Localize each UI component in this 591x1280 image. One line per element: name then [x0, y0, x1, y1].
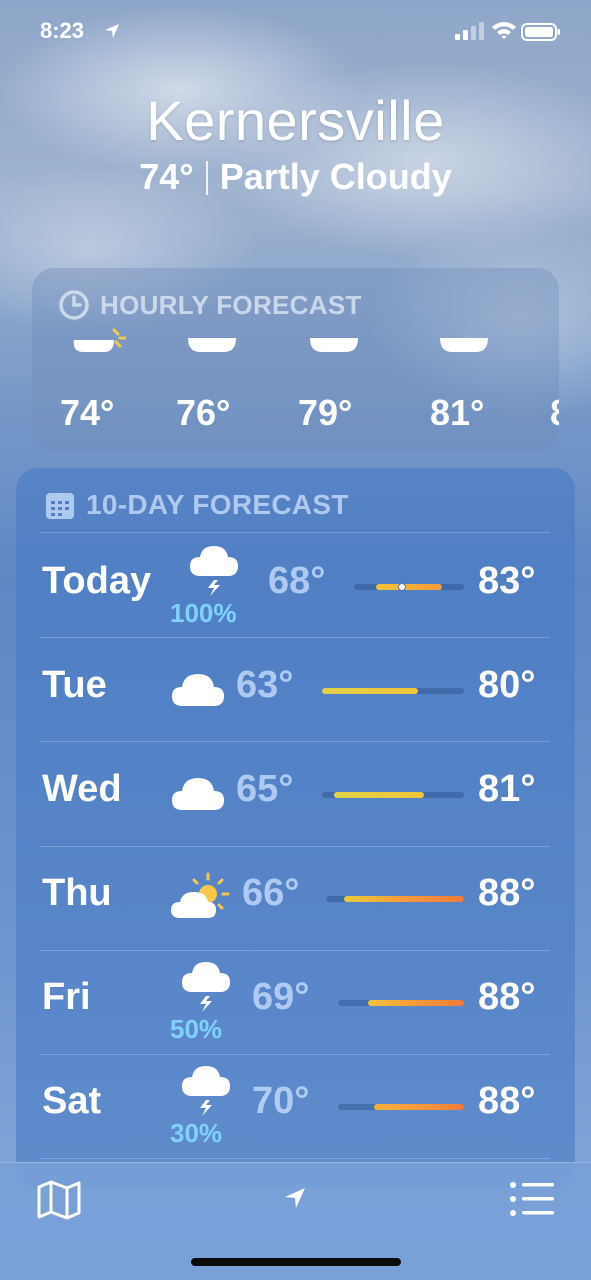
temp-range-fill: [374, 1104, 464, 1110]
hourly-forecast-header: HOURLY FORECAST: [58, 288, 362, 322]
high-temp: 83°: [478, 560, 536, 602]
temp-range-bar: [338, 1104, 464, 1110]
status-time: 8:23: [40, 18, 85, 43]
calendar-icon: [46, 493, 74, 519]
cellular-signal-icon: [455, 22, 484, 40]
temp-range-bar: [326, 896, 464, 902]
cloud-icon: [188, 338, 236, 352]
temp-range-fill: [322, 688, 418, 694]
hourly-forecast-card[interactable]: HOURLY FORECAST 74° 76° 79° 81° 8: [32, 268, 559, 451]
temp-range-fill: [334, 792, 424, 798]
partly-sunny-icon: [171, 872, 230, 918]
day-name: Wed: [42, 768, 122, 810]
cloud-icon: [440, 338, 488, 352]
battery-icon: [521, 23, 560, 41]
cloud-icon: [310, 338, 358, 352]
precip-chance: 30%: [170, 1118, 223, 1148]
location-arrow-icon[interactable]: [282, 1185, 308, 1211]
partly-cloudy-icon: [73, 328, 126, 352]
high-temp: 88°: [478, 1080, 536, 1122]
hour-temp: 74°: [60, 392, 115, 433]
cloud-icon: [172, 778, 224, 810]
day-name: Fri: [42, 976, 91, 1018]
forecast-row-today[interactable]: Today 100% 68° 83°: [16, 534, 575, 638]
thunderstorm-icon: [190, 546, 238, 596]
precip-chance: 100%: [170, 598, 237, 628]
day-name: Tue: [42, 664, 107, 706]
clock-icon: [59, 290, 89, 320]
temp-range-bar: [338, 1000, 464, 1006]
hour-temp: 79°: [298, 392, 353, 433]
row-divider: [40, 532, 550, 533]
divider: [205, 161, 208, 195]
forecast-row-thu[interactable]: Thu 66° 88°: [16, 846, 575, 950]
thunderstorm-icon: [182, 962, 230, 1012]
temp-range-fill: [368, 1000, 464, 1006]
day-name: Thu: [42, 872, 112, 914]
cloud-icon: [172, 674, 224, 706]
temp-range-bar: [354, 583, 464, 591]
ten-day-forecast-title: 10-DAY FORECAST: [86, 489, 349, 520]
temp-range-fill: [344, 896, 464, 902]
temp-range-fill: [376, 584, 442, 590]
forecast-row-tue[interactable]: Tue 63° 80°: [16, 638, 575, 742]
low-temp: 69°: [252, 976, 310, 1018]
forecast-row-wed[interactable]: Wed 65° 81°: [16, 742, 575, 846]
day-name: Today: [42, 560, 152, 602]
temp-range-bar: [322, 792, 464, 798]
ten-day-forecast-card[interactable]: 10-DAY FORECAST Today 100% 68° 83° Tue 6…: [16, 468, 575, 1188]
precip-chance: 50%: [170, 1014, 223, 1044]
ten-day-forecast-header: 10-DAY FORECAST: [44, 488, 349, 522]
city-name: Kernersville: [146, 89, 445, 152]
low-temp: 70°: [252, 1080, 310, 1122]
hour-temp: 76°: [176, 392, 231, 433]
current-conditions: 74° Partly Cloudy: [0, 156, 591, 198]
current-temp: 74°: [139, 156, 194, 197]
condition-text: Partly Cloudy: [219, 156, 452, 197]
status-bar: 8:23: [0, 0, 591, 64]
temp-range-bar: [322, 688, 464, 694]
row-divider: [40, 1158, 550, 1159]
high-temp: 88°: [478, 976, 536, 1018]
map-icon[interactable]: [36, 1179, 82, 1221]
hour-temp: 81°: [430, 392, 485, 433]
current-temp-dot: [398, 583, 406, 591]
high-temp: 88°: [478, 872, 536, 914]
low-temp: 65°: [236, 768, 294, 810]
low-temp: 66°: [242, 872, 300, 914]
low-temp: 63°: [236, 664, 294, 706]
location-services-icon: [105, 24, 119, 38]
high-temp: 81°: [478, 768, 536, 810]
list-icon[interactable]: [508, 1179, 556, 1219]
forecast-row-fri[interactable]: Fri 50% 69° 88°: [16, 950, 575, 1054]
day-name: Sat: [42, 1080, 102, 1122]
forecast-row-sat[interactable]: Sat 30% 70° 88°: [16, 1054, 575, 1158]
wifi-icon: [492, 22, 516, 39]
high-temp: 80°: [478, 664, 536, 706]
low-temp: 68°: [268, 560, 326, 602]
home-indicator[interactable]: [191, 1258, 401, 1266]
hour-temp-partial: 8: [550, 392, 559, 434]
hourly-forecast-title: HOURLY FORECAST: [100, 289, 362, 320]
thunderstorm-icon: [182, 1066, 230, 1116]
